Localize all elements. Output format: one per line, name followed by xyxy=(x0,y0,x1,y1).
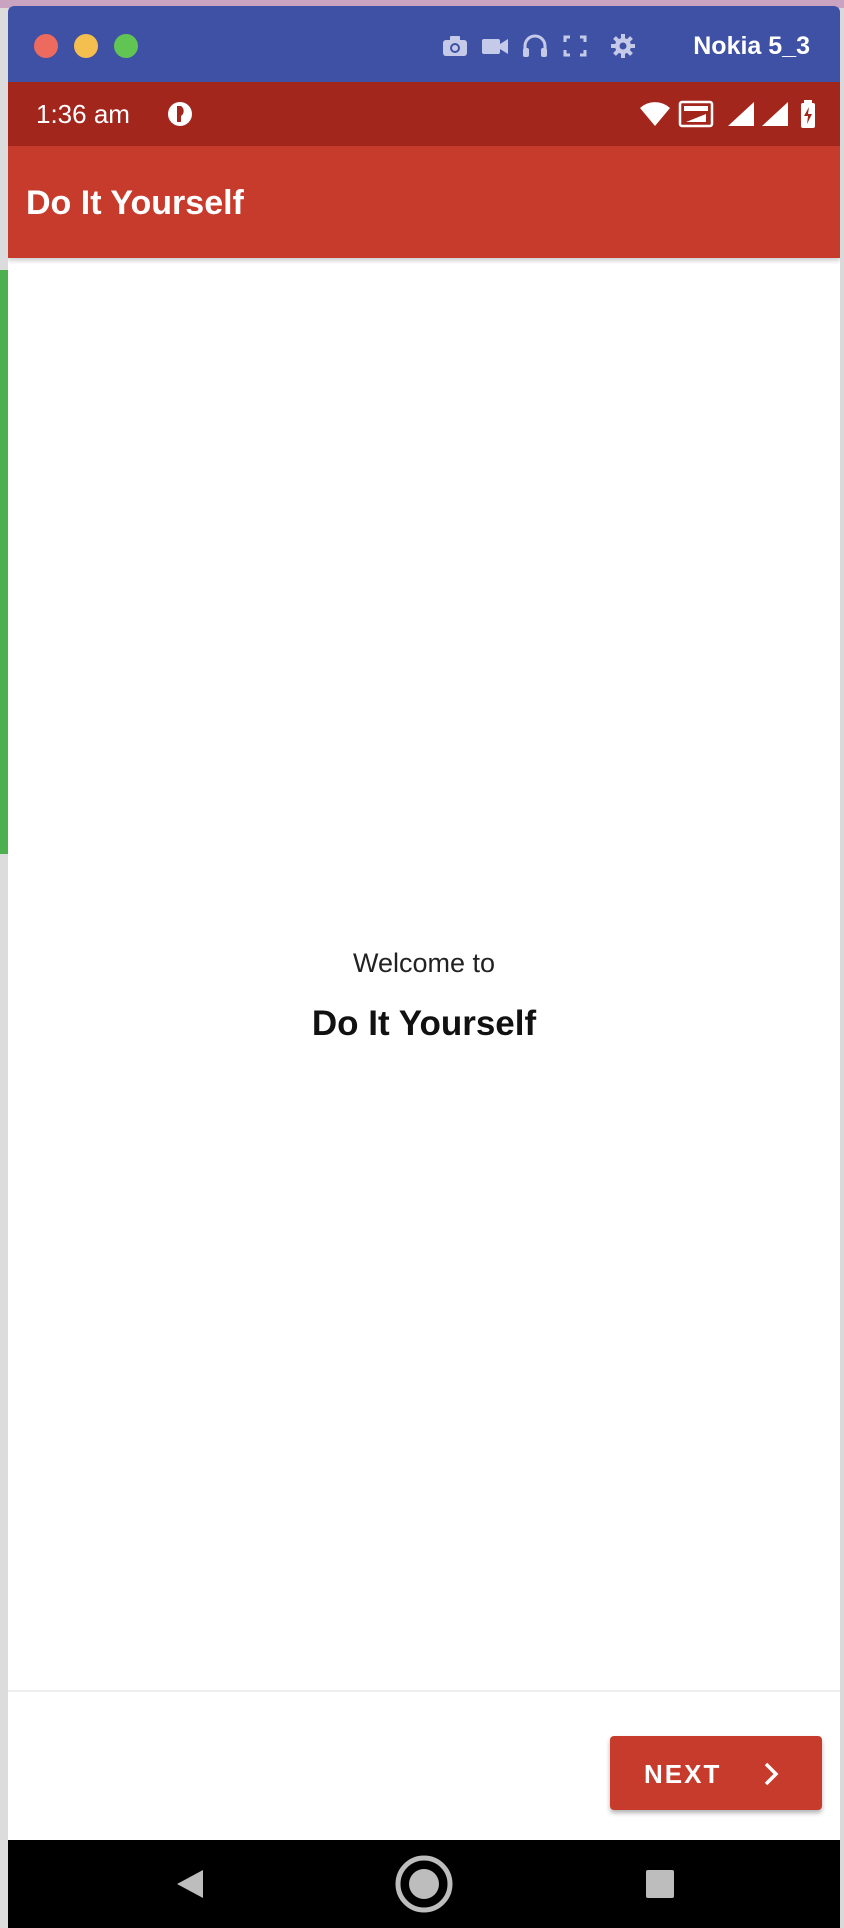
zoom-window-button[interactable] xyxy=(114,34,138,58)
navigation-bar xyxy=(8,1840,840,1928)
gear-icon[interactable] xyxy=(608,32,638,60)
notification-icon xyxy=(164,98,196,135)
close-window-button[interactable] xyxy=(34,34,58,58)
device-name: Nokia 5_3 xyxy=(693,32,810,60)
recents-icon[interactable] xyxy=(600,1840,720,1928)
headphones-icon[interactable] xyxy=(520,32,550,60)
app-bar: Do It Yourself xyxy=(8,146,840,258)
welcome-text: Welcome to xyxy=(352,948,496,978)
camera-icon[interactable] xyxy=(440,32,470,60)
phone-screen: 1:36 am Do It Yourself Welcome to Do It … xyxy=(8,82,840,1928)
emulator-window: Nokia 5_3 1:36 am Do It Yourself Welcome… xyxy=(8,6,840,1928)
window-title-bar: Nokia 5_3 xyxy=(8,6,840,82)
volte-icon xyxy=(678,98,714,135)
status-time: 1:36 am xyxy=(36,99,130,129)
battery-icon xyxy=(798,98,818,135)
chevron-right-icon xyxy=(760,1760,782,1795)
wifi-icon xyxy=(638,98,672,135)
signal-icon xyxy=(760,98,790,135)
status-bar: 1:36 am xyxy=(8,82,840,146)
welcome-title: Do It Yourself xyxy=(311,1004,537,1043)
video-camera-icon[interactable] xyxy=(480,32,510,60)
footer-divider xyxy=(8,1690,840,1692)
home-icon[interactable] xyxy=(364,1840,484,1928)
next-button[interactable]: NEXT xyxy=(610,1736,822,1810)
next-button-label: NEXT xyxy=(644,1759,722,1789)
minimize-window-button[interactable] xyxy=(74,34,98,58)
fullscreen-icon[interactable] xyxy=(560,32,590,60)
signal-icon xyxy=(726,98,756,135)
app-title: Do It Yourself xyxy=(26,184,244,222)
back-icon[interactable] xyxy=(130,1840,250,1928)
